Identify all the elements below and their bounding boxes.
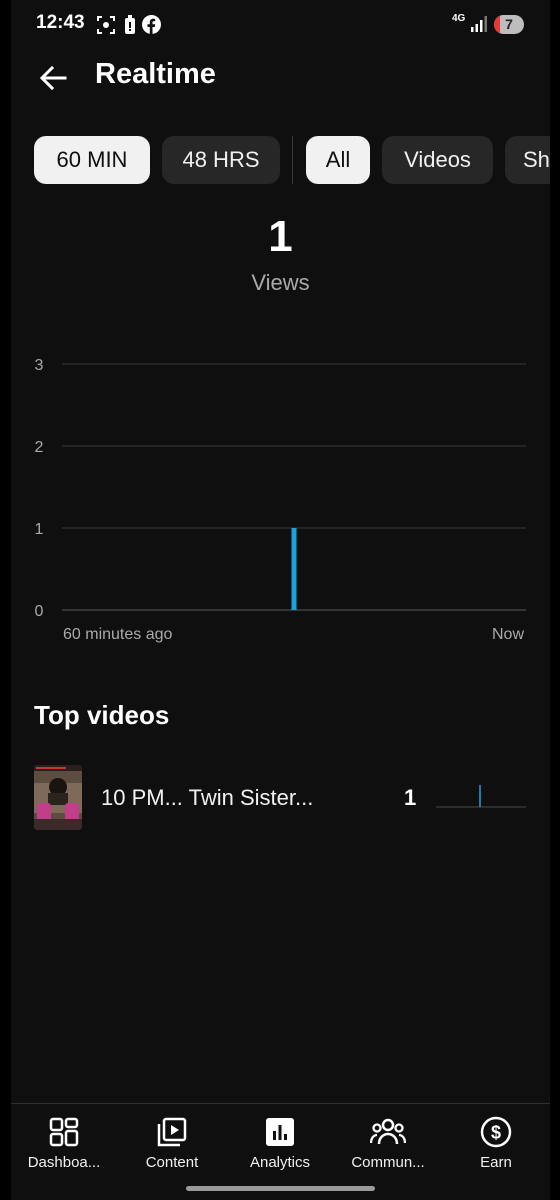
arrow-left-icon — [39, 65, 67, 91]
network-type-indicator: 4G — [452, 13, 466, 24]
earn-icon: $ — [480, 1116, 512, 1148]
nav-community-label: Commun... — [351, 1154, 425, 1171]
realtime-views-chart: 0 1 2 3 — [35, 357, 526, 620]
facebook-icon — [142, 15, 161, 34]
video-views: 1 — [404, 785, 417, 810]
nav-dashboard[interactable]: Dashboa... — [14, 1112, 114, 1176]
nav-content-label: Content — [145, 1154, 199, 1171]
nav-content[interactable]: Content — [122, 1112, 222, 1176]
chart-y-tick-label: 0 — [35, 603, 44, 620]
battery-level: 7 — [505, 16, 513, 32]
top-video-row[interactable]: 10 PM... Twin Sister... 1 — [34, 765, 526, 831]
community-icon — [370, 1118, 406, 1145]
chip-48-hrs[interactable]: 48 HRS — [162, 136, 280, 184]
video-thumbnail — [34, 765, 82, 830]
chip-all[interactable]: All — [306, 136, 370, 184]
chart-y-tick-label: 3 — [35, 357, 44, 374]
nav-analytics-label: Analytics — [249, 1154, 311, 1171]
chart-y-tick-label: 1 — [35, 521, 44, 538]
views-label: Views — [251, 270, 310, 295]
nav-earn[interactable]: $ Earn — [446, 1112, 546, 1176]
chip-shorts[interactable]: Sh — [505, 136, 550, 184]
status-bar: 12:43 4G 7 — [11, 0, 550, 50]
top-videos-title: Top videos — [34, 700, 170, 730]
chip-videos[interactable]: Videos — [382, 136, 493, 184]
views-count: 1 — [268, 212, 293, 261]
nav-dashboard-label: Dashboa... — [27, 1154, 101, 1171]
nav-community[interactable]: Commun... — [338, 1112, 438, 1176]
chip-60-min[interactable]: 60 MIN — [34, 136, 150, 184]
video-sparkline — [436, 785, 526, 808]
battery-indicator: 7 — [494, 15, 524, 34]
chart-y-tick-label: 2 — [35, 439, 44, 456]
analytics-icon — [266, 1118, 294, 1146]
status-time: 12:43 — [36, 12, 85, 33]
screenshot-icon — [97, 16, 115, 34]
page-title: Realtime — [95, 58, 216, 90]
back-button[interactable] — [35, 60, 71, 96]
content-icon — [157, 1117, 187, 1147]
realtime-screen: 12:43 4G 7 Realtime 60 MIN 48 HRS All Vi… — [11, 0, 550, 1200]
video-title: 10 PM... Twin Sister... — [101, 785, 314, 810]
battery-saver-icon — [125, 15, 135, 34]
chart-bar — [291, 528, 297, 610]
home-indicator — [186, 1186, 375, 1191]
chip-divider — [292, 136, 293, 184]
signal-icon — [471, 16, 487, 32]
nav-earn-label: Earn — [480, 1154, 512, 1171]
nav-analytics[interactable]: Analytics — [230, 1112, 330, 1176]
chart-x-end-label: Now — [491, 626, 524, 643]
svg-text:$: $ — [491, 1123, 501, 1143]
chart-x-start-label: 60 minutes ago — [63, 626, 173, 643]
dashboard-icon — [49, 1117, 79, 1147]
